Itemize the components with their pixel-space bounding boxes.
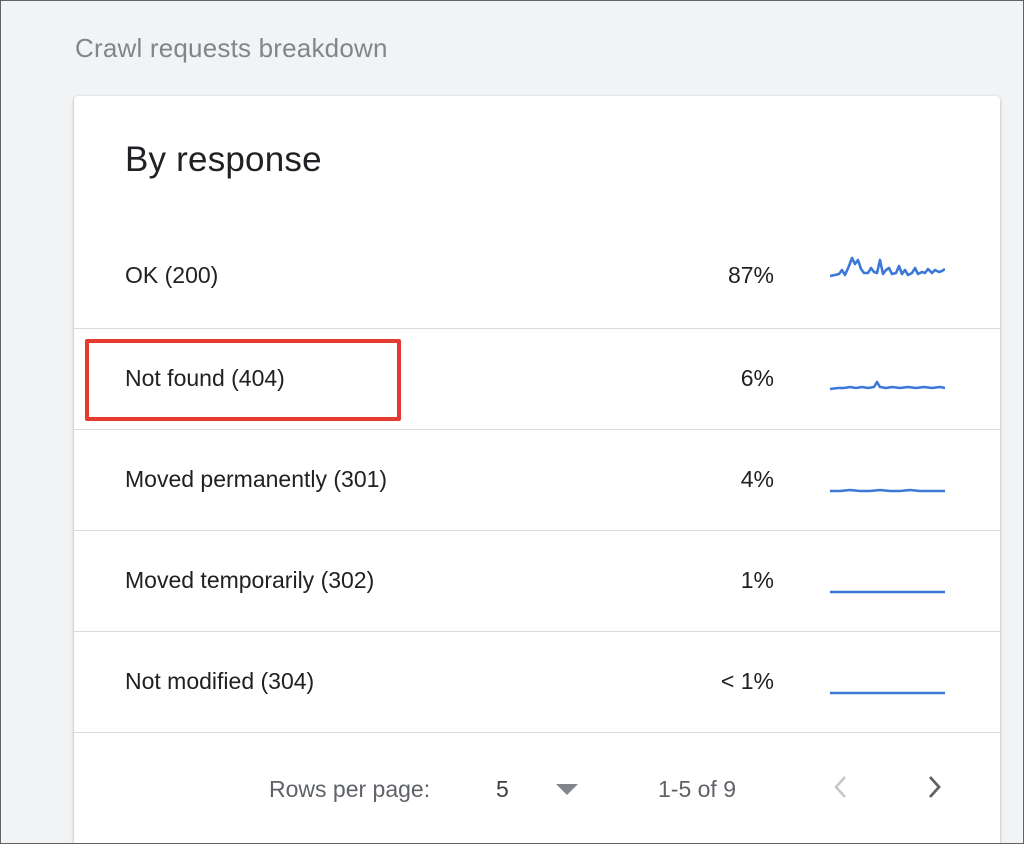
table-row-not-modified-304[interactable]: Not modified (304) < 1% [74,631,1000,732]
rows-per-page-label: Rows per page: [269,776,431,802]
section-title: Crawl requests breakdown [75,33,388,63]
response-table: OK (200) 87% Not found (404) 6% Moved pe… [74,226,1000,733]
sparkline-chart [830,380,945,391]
response-breakdown-card: By response OK (200) 87% Not found (404)… [74,96,1000,843]
row-label: OK (200) [125,262,219,288]
highlight-box [85,339,401,421]
table-row-ok-200[interactable]: OK (200) 87% [74,226,1000,328]
card-title: By response [125,140,322,179]
sparkline-chart [830,691,945,695]
row-label: Moved permanently (301) [125,466,388,492]
row-percent: 1% [740,567,774,593]
row-percent: < 1% [720,668,774,694]
row-percent: 6% [740,365,774,391]
table-divider [74,732,1000,733]
table-row-moved-temporarily-302[interactable]: Moved temporarily (302) 1% [74,530,1000,631]
row-label: Moved temporarily (302) [125,567,375,593]
chevron-left-icon[interactable] [826,770,856,804]
row-label: Not modified (304) [125,668,315,694]
caret-down-icon[interactable] [556,784,578,795]
sparkline-chart [830,590,945,594]
row-percent: 87% [727,262,774,288]
pagination-range: 1-5 of 9 [658,776,736,802]
page-frame: Crawl requests breakdown By response OK … [0,0,1024,844]
sparkline-chart [830,488,945,493]
rows-per-page-select[interactable]: 5 [496,776,509,803]
chevron-right-icon[interactable] [919,770,949,804]
table-row-moved-permanently-301[interactable]: Moved permanently (301) 4% [74,429,1000,530]
sparkline-chart [830,256,945,278]
row-percent: 4% [740,466,774,492]
pagination-bar: Rows per page: 5 1-5 of 9 [74,756,1000,816]
